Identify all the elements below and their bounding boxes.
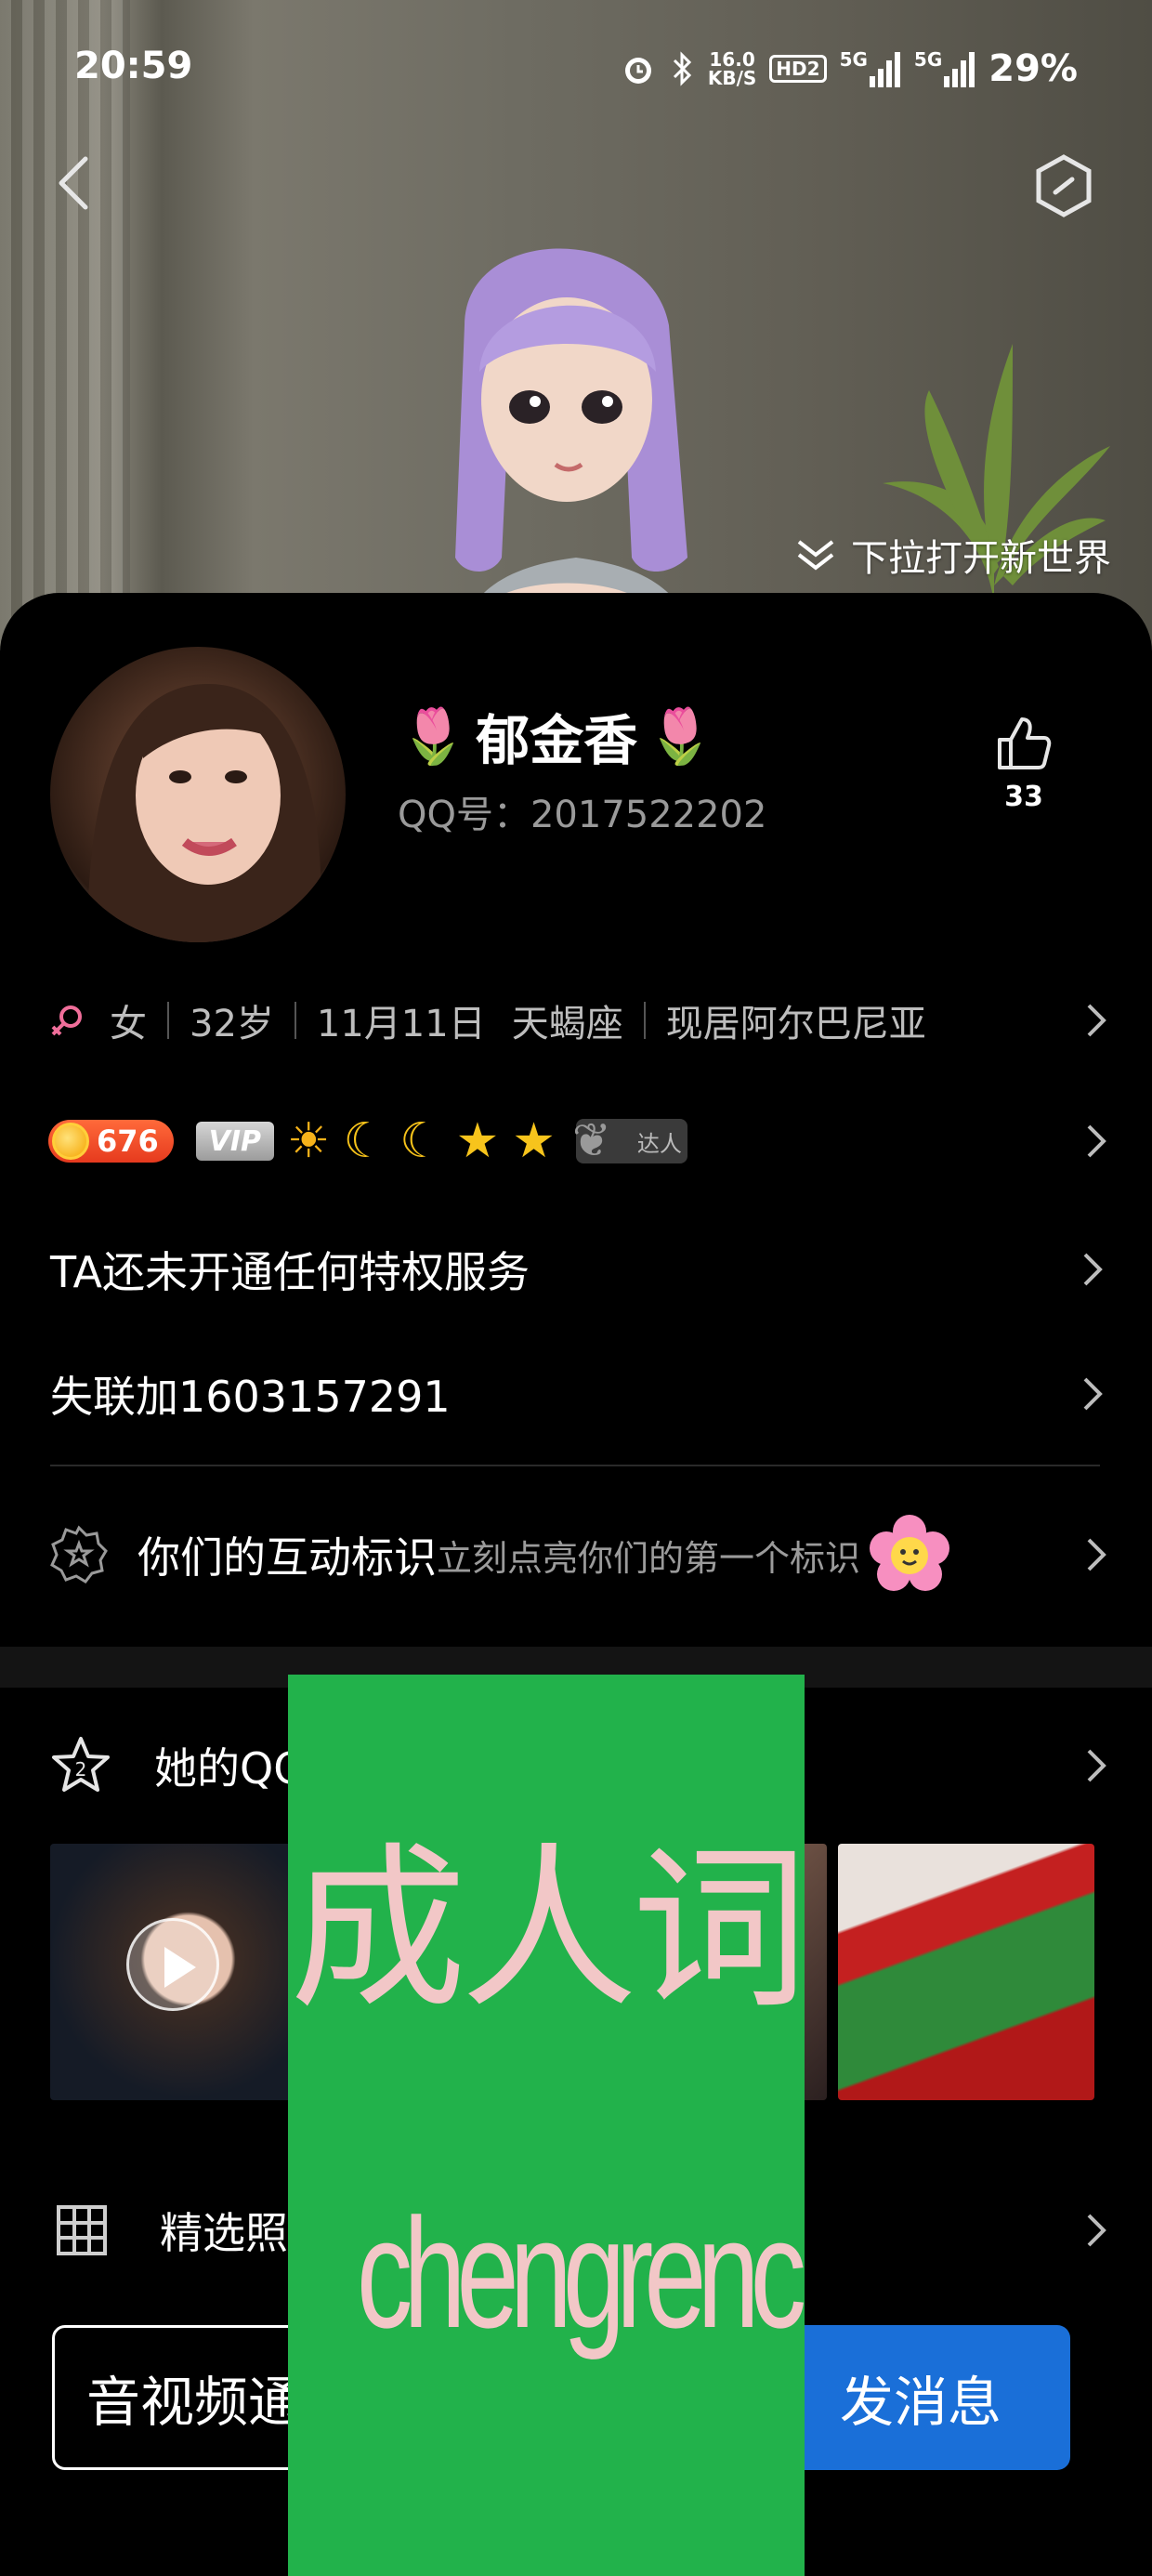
hd-voice-badge: HD2 [769, 55, 827, 83]
level-value: 676 [97, 1124, 159, 1159]
signature-row[interactable]: 失联加1603157291 [50, 1357, 1109, 1431]
privilege-row[interactable]: TA还未开通任何特权服务 [50, 1232, 1109, 1307]
network-speed: 16.0 KB/S [707, 48, 757, 89]
tulip-emoji: 🌷 [399, 703, 467, 768]
album-thumbnail[interactable] [50, 1844, 301, 2100]
chevron-right-icon [1087, 1749, 1106, 1782]
wing-icon: ❦ [571, 1113, 611, 1167]
zodiac-text: 天蝎座 [511, 1003, 623, 1045]
daren-badge: ❦ 达人 [572, 1113, 687, 1167]
chevron-right-icon [1083, 1253, 1103, 1286]
profile-name: 郁金香 [476, 709, 638, 772]
moon-icon: ☾ [399, 1113, 443, 1169]
like-button[interactable]: 33 [987, 714, 1061, 813]
location-text: 现居阿尔巴尼亚 [665, 1003, 926, 1045]
qq-number[interactable]: QQ号：2017522202 [398, 784, 766, 838]
signature-text: 失联加1603157291 [50, 1372, 451, 1422]
watermark-overlay: 成人词 chengrenci.com [288, 1675, 805, 2576]
gender-text: 女 [110, 1003, 147, 1045]
pull-hint-text: 下拉打开新世界 [851, 537, 1111, 580]
profile-avatar[interactable] [50, 647, 346, 942]
star-circle-icon: 2 [52, 1737, 110, 1792]
signal-2: 5G [914, 50, 975, 87]
watermark-text: 成人词 [289, 1827, 805, 2032]
svg-text:2: 2 [75, 1758, 87, 1781]
basic-info-row[interactable]: 女 32岁 11月11日 天蝎座 现居阿尔巴尼亚 [48, 983, 1107, 1058]
pull-down-hint[interactable]: 下拉打开新世界 [795, 528, 1111, 582]
double-chevron-down-icon [797, 540, 834, 571]
chevron-right-icon [1083, 1377, 1103, 1411]
daren-text: 达人 [636, 1130, 682, 1157]
signal-bars-icon [944, 52, 975, 87]
divider [167, 1002, 169, 1039]
status-icons: 16.0 KB/S HD2 5G 5G 29% [619, 45, 1078, 93]
divider [643, 1002, 646, 1039]
star-icon: ★ [512, 1113, 556, 1169]
watermark-url: chengrenci.com [356, 2186, 805, 2360]
star-icon: ★ [455, 1113, 500, 1169]
sun-icon: ☀ [286, 1113, 331, 1169]
divider [294, 1002, 296, 1039]
hexagon-menu-icon[interactable] [1031, 153, 1096, 218]
signal-bars-icon [869, 52, 900, 87]
chevron-right-icon [1087, 1004, 1106, 1037]
level-badge: 676 [48, 1120, 174, 1163]
profile-name-row: 🌷 郁金香 🌷 [399, 697, 713, 775]
interaction-subtitle: 立刻点亮你们的第一个标识 [437, 1537, 861, 1579]
bluetooth-icon [673, 51, 691, 86]
flower-mascot-icon [870, 1515, 950, 1591]
coin-icon [52, 1123, 89, 1160]
interaction-mark-row[interactable]: 你们的互动标识 立刻点亮你们的第一个标识 [48, 1513, 1107, 1597]
play-icon [126, 1918, 219, 2011]
vip-badge: VIP [195, 1122, 274, 1161]
female-icon [51, 1005, 82, 1036]
avatar-photo [87, 684, 321, 942]
chevron-right-icon [1087, 1124, 1106, 1158]
album-title: 她的QQ [154, 1743, 308, 1794]
chevron-right-icon [1087, 2214, 1106, 2247]
alarm-icon [624, 58, 651, 84]
album-thumbnail[interactable] [838, 1844, 1094, 2100]
interaction-title: 你们的互动标识 [137, 1532, 437, 1583]
badge-row[interactable]: 676 VIP ☀ ☾ ☾ ★ ★ ❦ 达人 [48, 1104, 1107, 1178]
3d-avatar-figure [455, 248, 697, 651]
status-time: 20:59 [74, 45, 193, 87]
tulip-emoji: 🌷 [647, 703, 714, 768]
like-count: 33 [1004, 781, 1043, 813]
grid-icon [57, 2205, 107, 2255]
badge-star-icon [50, 1525, 108, 1584]
back-arrow-icon[interactable] [54, 153, 91, 213]
profile-card: 🌷 郁金香 🌷 QQ号：2017522202 33 女 32岁 11月11日 天… [0, 593, 1152, 1652]
privilege-text: TA还未开通任何特权服务 [50, 1247, 530, 1297]
moon-icon: ☾ [343, 1113, 387, 1169]
signal-1: 5G [840, 50, 901, 87]
selected-photos-title: 精选照 [160, 2208, 288, 2258]
chevron-right-icon [1087, 1538, 1106, 1571]
age-text: 32岁 [190, 1003, 274, 1045]
profile-hero-background[interactable]: 20:59 16.0 KB/S HD2 5G 5G 29% 下拉打开新世界 [0, 0, 1152, 651]
status-bar: 20:59 16.0 KB/S HD2 5G 5G 29% [0, 0, 1152, 139]
section-divider [50, 1465, 1100, 1466]
thumbs-up-icon [998, 717, 1052, 769]
birthday-text: 11月11日 [316, 1003, 486, 1045]
battery-level: 29% [988, 47, 1078, 90]
